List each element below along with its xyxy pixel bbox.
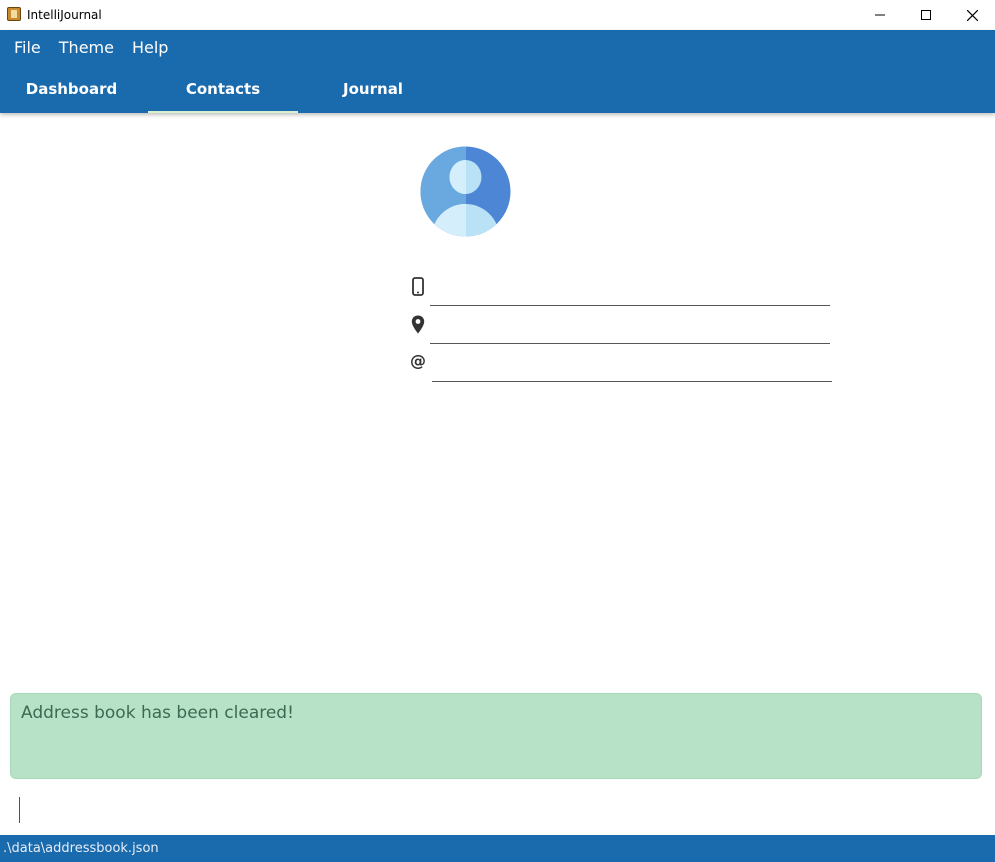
phone-field-underline [430, 305, 830, 306]
text-caret [19, 797, 20, 823]
menu-bar: File Theme Help [0, 30, 177, 64]
menu-help[interactable]: Help [123, 30, 177, 64]
tab-journal[interactable]: Journal [298, 64, 448, 113]
minimize-icon [875, 14, 885, 16]
tab-bar: Dashboard Contacts Journal [0, 64, 448, 113]
maximize-button[interactable] [903, 0, 949, 30]
at-sign-icon: @ [410, 351, 427, 374]
tab-dashboard[interactable]: Dashboard [0, 64, 148, 113]
command-input[interactable] [10, 790, 982, 830]
maximize-icon [921, 10, 931, 20]
menu-file[interactable]: File [0, 30, 50, 64]
mobile-phone-icon [412, 277, 424, 301]
map-pin-icon [411, 315, 425, 339]
close-icon [966, 9, 978, 21]
svg-text:@: @ [410, 352, 426, 369]
result-message: Address book has been cleared! [21, 703, 294, 723]
address-field-underline [430, 343, 830, 344]
title-bar: IntelliJournal [0, 0, 995, 30]
tab-contacts[interactable]: Contacts [148, 64, 298, 113]
user-avatar-icon [420, 146, 511, 237]
window-title: IntelliJournal [27, 8, 102, 22]
status-bar: .\data\addressbook.json [0, 835, 995, 862]
app-header: File Theme Help Dashboard Contacts Journ… [0, 30, 995, 113]
close-button[interactable] [949, 0, 995, 30]
menu-theme[interactable]: Theme [50, 30, 123, 64]
app-icon [7, 7, 21, 21]
result-display: Address book has been cleared! [10, 693, 982, 779]
email-field-underline [432, 381, 832, 382]
app-window: IntelliJournal File Theme Help Dashboard… [0, 0, 995, 862]
minimize-button[interactable] [857, 0, 903, 30]
save-location: .\data\addressbook.json [3, 841, 159, 856]
